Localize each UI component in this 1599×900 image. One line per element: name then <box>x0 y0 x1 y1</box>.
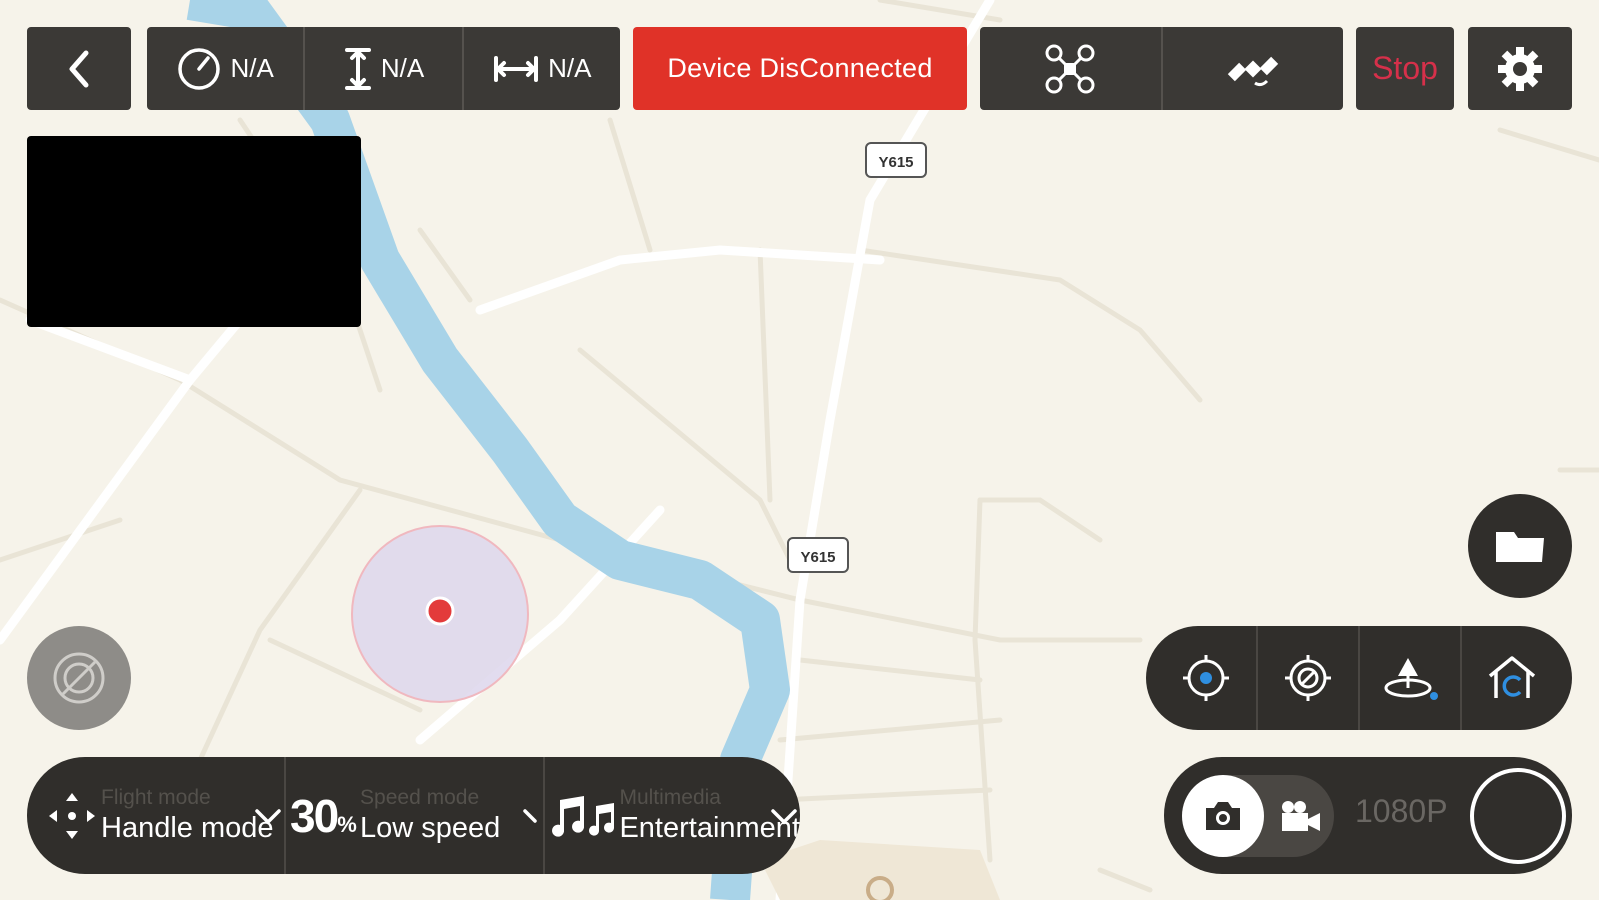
svg-text:Y615: Y615 <box>800 549 835 566</box>
flight-mode-selector[interactable]: Flight mode Handle mode <box>43 757 287 874</box>
speed-mode-value: Low speed <box>360 812 501 844</box>
altitude-icon <box>344 47 371 90</box>
map-tools <box>1146 626 1572 730</box>
location-dot <box>425 596 455 626</box>
home-icon <box>1488 656 1536 698</box>
device-status-text: Device DisConnected <box>667 53 933 83</box>
stop-label: Stop <box>1372 50 1438 86</box>
drone-icon <box>1045 44 1095 93</box>
speed-value: N/A <box>230 53 274 83</box>
media-library-button[interactable] <box>1468 494 1572 598</box>
speedometer-icon <box>178 47 221 90</box>
speed-readout: N/A <box>147 27 306 110</box>
road-shield: Y615 <box>787 537 849 573</box>
target-button[interactable] <box>1258 626 1360 730</box>
music-icon-wrap <box>545 792 619 840</box>
move-icon-wrap <box>43 790 101 842</box>
device-status-banner[interactable]: Device DisConnected <box>633 27 967 110</box>
speed-percent-badge: 30% <box>290 789 357 842</box>
capture-mode-toggle[interactable] <box>1182 775 1334 857</box>
camera-icon <box>1206 802 1240 830</box>
settings-button[interactable] <box>1468 27 1572 110</box>
flight-mode-value: Handle mode <box>101 812 274 844</box>
flight-mode-caption: Flight mode <box>101 786 211 809</box>
shutter-button[interactable] <box>1470 768 1566 864</box>
chevron-down-icon <box>523 809 537 823</box>
speed-mode-selector[interactable]: 30% Speed mode Low speed <box>286 757 545 874</box>
distance-readout: N/A <box>464 27 620 110</box>
video-camera-icon <box>1282 801 1320 831</box>
takeoff-icon <box>1384 658 1438 700</box>
gear-icon <box>1498 46 1542 91</box>
resolution-label[interactable]: 1080P <box>1355 793 1448 830</box>
speed-mode-caption: Speed mode <box>360 786 480 809</box>
connection-panel <box>980 27 1343 110</box>
back-button[interactable] <box>27 27 131 110</box>
back-icon <box>69 50 89 87</box>
video-preview[interactable] <box>27 136 361 327</box>
altitude-value: N/A <box>380 53 425 83</box>
distance-value: N/A <box>548 53 592 83</box>
stop-button[interactable]: Stop <box>1356 27 1454 110</box>
locate-button[interactable] <box>1156 626 1258 730</box>
chevron-down-icon <box>255 809 281 825</box>
telemetry-panel: N/A N/A N/A <box>147 27 620 110</box>
return-home-button[interactable] <box>1462 626 1562 730</box>
capture-controls: 1080P <box>1164 757 1572 874</box>
svg-text:Y615: Y615 <box>878 154 913 171</box>
folder-icon <box>1496 532 1544 562</box>
satellite-status-button[interactable] <box>1163 27 1344 110</box>
chevron-down-icon <box>771 809 797 825</box>
locate-icon <box>1183 655 1229 701</box>
distance-icon <box>494 55 539 82</box>
altitude-readout: N/A <box>305 27 464 110</box>
video-mode-button[interactable] <box>1270 775 1330 857</box>
move-icon <box>49 792 95 839</box>
target-icon <box>1285 655 1331 701</box>
photo-mode-button[interactable] <box>1182 775 1264 857</box>
multimedia-selector[interactable]: Multimedia Entertainment <box>545 757 800 874</box>
music-icon <box>552 795 615 837</box>
satellite-icon <box>1227 56 1278 86</box>
compass-icon <box>53 652 105 704</box>
takeoff-button[interactable] <box>1360 626 1462 730</box>
mode-bar: Flight mode Handle mode 30% Speed mode L… <box>27 757 800 874</box>
drone-status-button[interactable] <box>980 27 1163 110</box>
road-shield: Y615 <box>865 142 927 178</box>
compass-button[interactable] <box>27 626 131 730</box>
